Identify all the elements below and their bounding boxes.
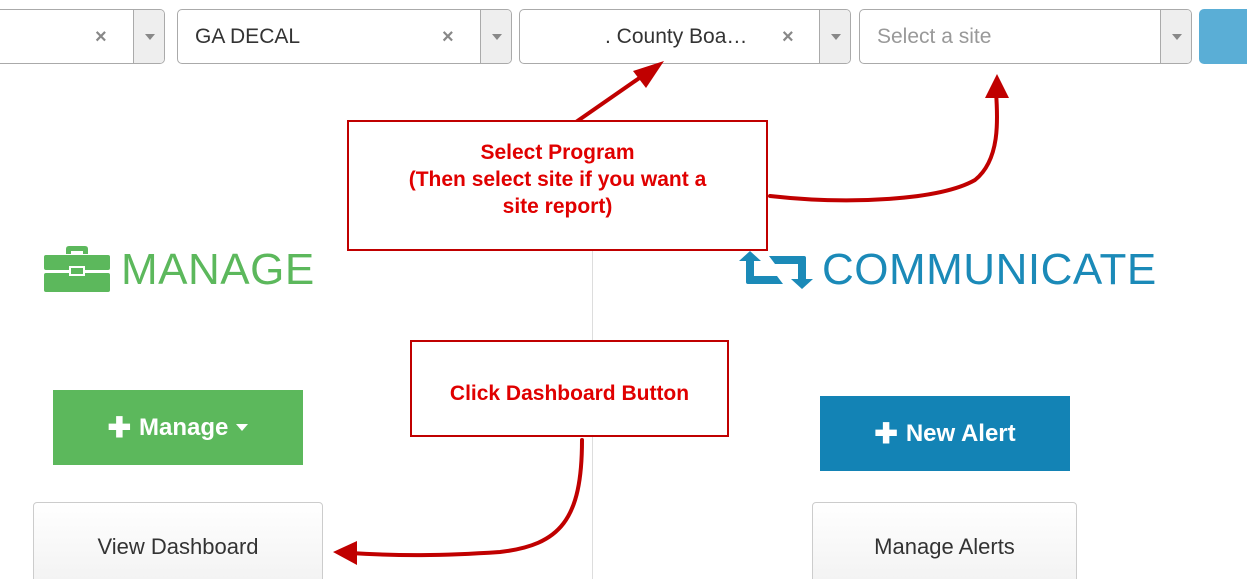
callout-line: Click Dashboard Button: [449, 382, 690, 405]
briefcase-icon: [44, 246, 110, 292]
new-alert-button[interactable]: ✚ New Alert: [820, 396, 1070, 471]
chevron-down-icon[interactable]: [480, 10, 511, 63]
program-group-value: GA DECAL: [195, 25, 301, 48]
arrowhead-dashboard: [333, 541, 357, 565]
caret-down-icon: [236, 424, 249, 431]
plus-icon: ✚: [874, 418, 898, 449]
arrow-to-program-select: [574, 70, 650, 124]
clear-icon[interactable]: ×: [442, 27, 454, 47]
view-dashboard-button[interactable]: View Dashboard: [33, 502, 323, 579]
new-alert-label: New Alert: [905, 419, 1016, 447]
clear-icon[interactable]: ×: [95, 27, 107, 47]
communicate-section-title: COMMUNICATE: [822, 245, 1157, 294]
program-select[interactable]: . County Boa… ×: [519, 9, 851, 64]
arrowhead-site: [985, 74, 1009, 98]
program-group-select[interactable]: GA DECAL ×: [177, 9, 512, 64]
chevron-down-icon[interactable]: [133, 10, 164, 63]
manage-dropdown-button[interactable]: ✚ Manage: [53, 390, 303, 465]
arrow-to-site-select: [768, 90, 1000, 203]
select-program-callout: Select Program (Then select site if you …: [347, 120, 768, 251]
site-select[interactable]: Select a site: [859, 9, 1192, 64]
program-value: . County Boa…: [605, 25, 748, 48]
manage-section-title: MANAGE: [121, 245, 315, 294]
callout-line: site report): [502, 195, 613, 218]
chevron-down-icon[interactable]: [1160, 10, 1191, 63]
arrow-to-view-dashboard: [348, 438, 584, 558]
filter-submit-button[interactable]: [1199, 9, 1247, 64]
filter-select-1[interactable]: ×: [0, 9, 165, 64]
callout-line: Select Program: [480, 141, 635, 164]
manage-alerts-label: Manage Alerts: [874, 534, 1015, 559]
manage-alerts-button[interactable]: Manage Alerts: [812, 502, 1077, 579]
manage-button-label: Manage: [139, 413, 229, 441]
click-dashboard-callout: Click Dashboard Button: [410, 340, 729, 437]
clear-icon[interactable]: ×: [782, 27, 794, 47]
arrowhead-program: [633, 61, 664, 88]
site-select-placeholder: Select a site: [877, 25, 992, 48]
view-dashboard-label: View Dashboard: [97, 534, 259, 559]
screen: × GA DECAL × . County Boa… × Select a si…: [0, 0, 1247, 579]
callout-line: (Then select site if you want a: [408, 168, 707, 191]
plus-icon: ✚: [107, 412, 132, 443]
chevron-down-icon[interactable]: [819, 10, 850, 63]
retweet-arrows-icon: [739, 251, 813, 289]
